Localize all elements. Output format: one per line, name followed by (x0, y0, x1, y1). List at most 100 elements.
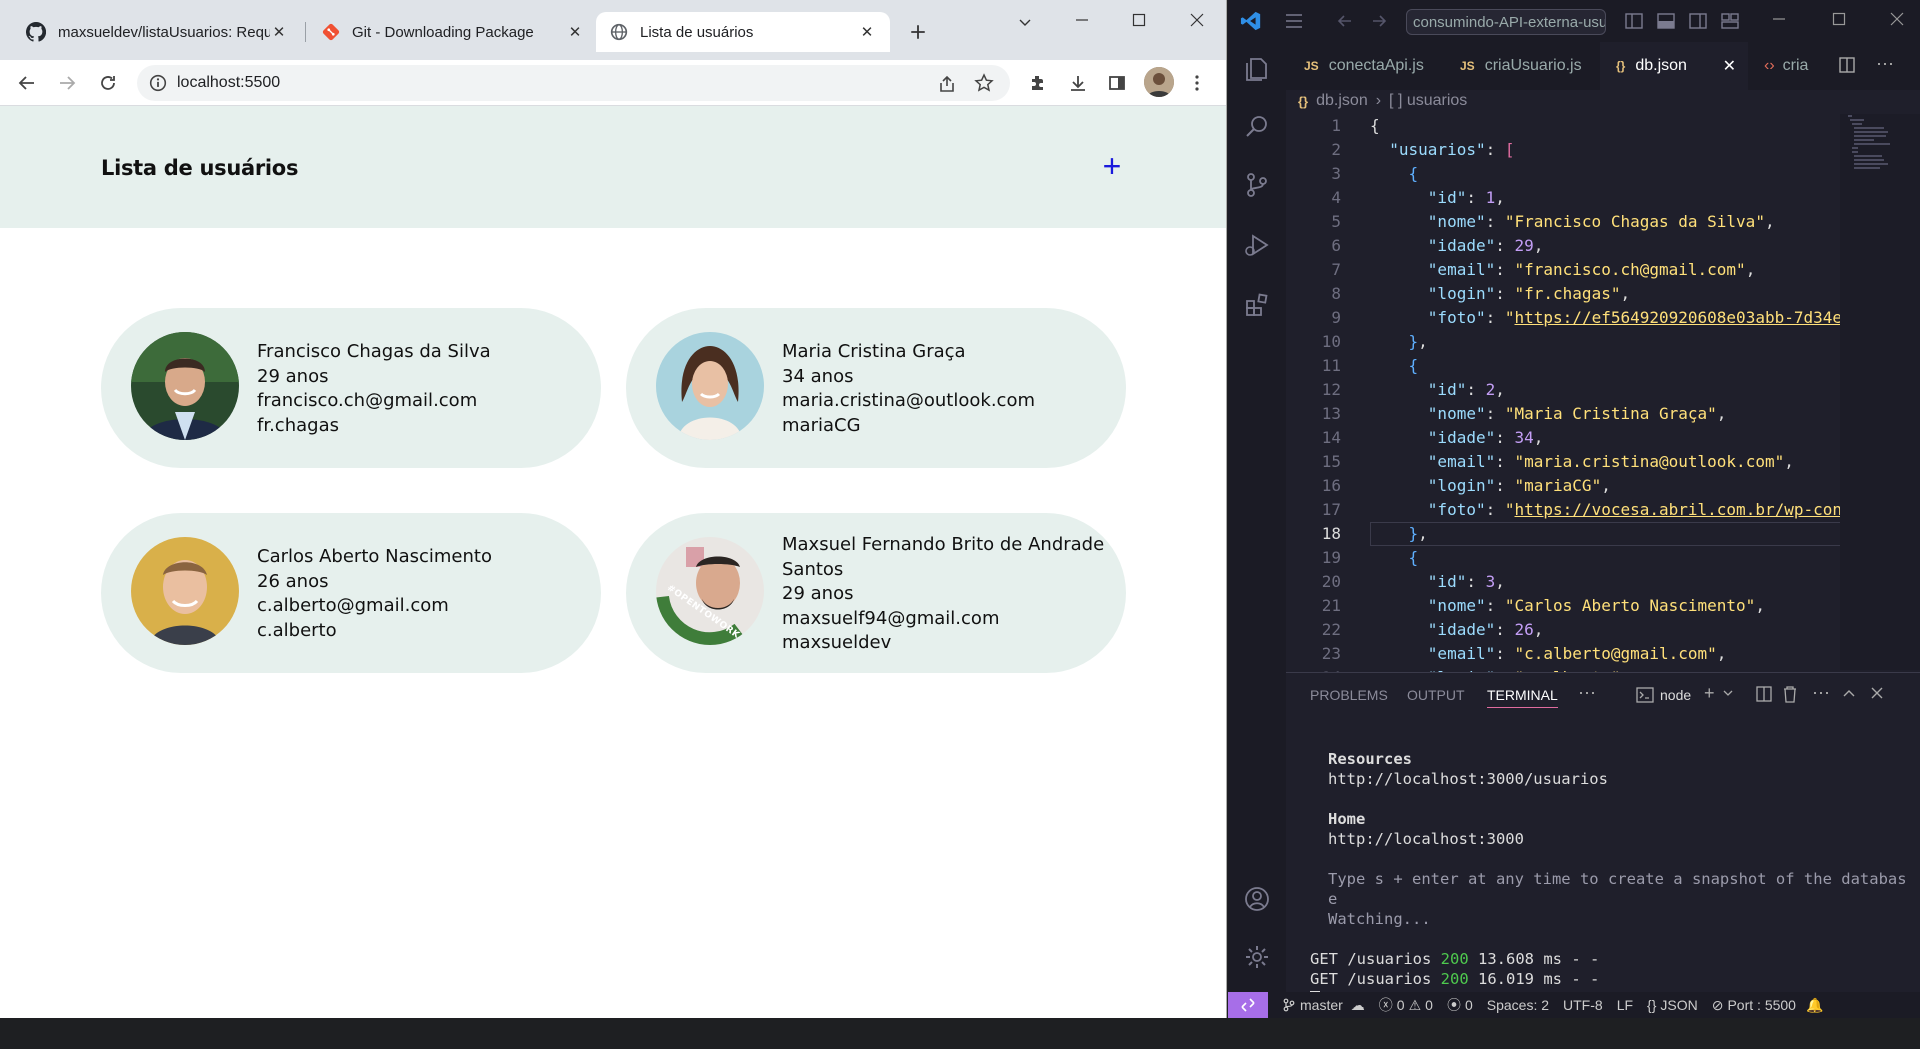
command-center-search[interactable]: consumindo-API-externa-usua (1406, 9, 1606, 35)
terminal-shell-name[interactable]: node (1660, 687, 1691, 703)
minimize-button[interactable] (1772, 12, 1786, 26)
branch-status[interactable]: master ☁ (1282, 997, 1365, 1014)
js-file-icon: JS (1460, 59, 1475, 73)
profile-avatar[interactable] (1144, 67, 1174, 97)
site-info-icon[interactable] (149, 74, 167, 92)
new-tab-button[interactable] (904, 18, 932, 46)
trash-icon[interactable] (1782, 685, 1798, 703)
maximize-button[interactable] (1832, 12, 1846, 26)
menu-dots-icon[interactable] (1184, 70, 1210, 96)
tab-terminal[interactable]: TERMINAL (1487, 687, 1558, 708)
url-input[interactable] (177, 74, 777, 92)
problems-status[interactable]: ⓧ 0 ⚠ 0 (1379, 995, 1433, 1015)
nav-back-icon[interactable] (1336, 12, 1354, 30)
close-icon[interactable]: ✕ (1723, 56, 1736, 76)
extensions-icon[interactable] (1025, 70, 1051, 96)
source-control-icon[interactable] (1240, 168, 1274, 202)
account-icon[interactable] (1240, 882, 1274, 916)
browser-toolbar (0, 60, 1226, 106)
live-server-status[interactable]: ⊘ Port : 5500 (1712, 997, 1796, 1014)
block-icon: ⊘ (1711, 996, 1724, 1013)
language-status[interactable]: {} JSON (1647, 997, 1698, 1013)
terminal-panel: PROBLEMS OUTPUT TERMINAL ⋯ node + ⋯ Reso… (1286, 672, 1920, 1009)
chevron-down-icon[interactable] (1002, 10, 1048, 34)
add-user-button[interactable]: + (1096, 150, 1128, 182)
user-card[interactable]: Francisco Chagas da Silva 29 anos franci… (101, 308, 601, 468)
back-icon[interactable] (14, 70, 40, 96)
tab-output[interactable]: OUTPUT (1407, 687, 1465, 703)
side-panel-icon[interactable] (1104, 70, 1130, 96)
gear-icon[interactable] (1240, 940, 1274, 974)
new-terminal-icon[interactable]: + (1704, 683, 1715, 704)
sync-icon[interactable]: ☁ (1351, 997, 1365, 1014)
tab-conectaapi[interactable]: JS conectaApi.js (1286, 42, 1436, 90)
encoding-status[interactable]: UTF-8 (1563, 997, 1603, 1013)
star-icon[interactable] (974, 73, 994, 93)
toggle-secondary-sidebar-icon[interactable] (1688, 12, 1708, 30)
code-editor[interactable]: 1{ 2 "usuarios": [ 3 { 4 "id": 1, 5 "nom… (1286, 114, 1886, 672)
share-icon[interactable] (937, 74, 957, 94)
minimap[interactable] (1840, 114, 1920, 670)
error-icon: ⓧ (1378, 997, 1393, 1013)
close-icon[interactable]: ✕ (270, 23, 288, 41)
extensions-icon[interactable] (1240, 288, 1274, 322)
js-file-icon: JS (1304, 59, 1319, 73)
notifications-icon[interactable]: 🔔 (1806, 997, 1823, 1014)
forward-icon[interactable] (54, 70, 80, 96)
json-file-icon: {} (1616, 59, 1626, 73)
user-age: 29 anos (782, 583, 854, 604)
breadcrumb-file[interactable]: db.json (1316, 92, 1368, 110)
terminal-request-line: GET /usuarios 200 13.608 ms - - (1310, 950, 1600, 968)
toggle-panel-icon[interactable] (1656, 12, 1676, 30)
user-name: Maria Cristina Graça (782, 341, 966, 362)
minimize-button[interactable] (1059, 8, 1105, 32)
split-terminal-icon[interactable] (1756, 686, 1772, 702)
github-icon (26, 22, 46, 42)
download-icon[interactable] (1065, 70, 1091, 96)
chevron-down-icon[interactable] (1722, 687, 1734, 699)
menu-icon[interactable] (1284, 12, 1304, 30)
tab-lista-usuarios[interactable]: Lista de usuários ✕ (596, 12, 890, 52)
activity-bar (1228, 42, 1286, 992)
breadcrumb-symbol[interactable]: [ ] usuarios (1389, 92, 1467, 110)
close-icon[interactable]: ✕ (566, 23, 584, 41)
user-age: 26 anos (257, 570, 329, 592)
close-icon[interactable] (1870, 686, 1884, 700)
nav-forward-icon[interactable] (1370, 12, 1388, 30)
braces-icon: {} (1647, 997, 1657, 1013)
vscode-titlebar: consumindo-API-externa-usua (1228, 0, 1920, 42)
tab-problems[interactable]: PROBLEMS (1310, 687, 1388, 703)
user-card[interactable]: #OPENTOWORK Maxsuel Fernando Brito de An… (626, 513, 1126, 673)
indentation-status[interactable]: Spaces: 2 (1487, 997, 1549, 1013)
toggle-sidebar-icon[interactable] (1624, 12, 1644, 30)
close-icon[interactable]: ✕ (858, 23, 876, 41)
customize-layout-icon[interactable] (1720, 12, 1740, 30)
eol-status[interactable]: LF (1617, 997, 1633, 1013)
address-bar[interactable] (137, 65, 1010, 101)
tab-db-json[interactable]: {} db.json ✕ (1600, 42, 1748, 90)
tab-cria-html[interactable]: ‹› cria (1748, 42, 1830, 90)
explorer-icon[interactable] (1240, 52, 1274, 86)
ports-status[interactable]: ⦿ 0 (1447, 995, 1473, 1015)
user-email: maria.cristina@outlook.com (782, 390, 1035, 411)
reload-icon[interactable] (95, 70, 121, 96)
more-actions-icon[interactable]: ⋯ (1876, 54, 1894, 75)
split-editor-icon[interactable] (1838, 56, 1856, 74)
close-window-button[interactable] (1890, 12, 1904, 26)
user-photo (131, 332, 239, 440)
remote-icon[interactable] (1228, 992, 1268, 1018)
more-actions-icon[interactable]: ⋯ (1812, 683, 1830, 704)
search-icon[interactable] (1240, 110, 1274, 144)
user-card[interactable]: Carlos Aberto Nascimento 26 anos c.alber… (101, 513, 601, 673)
more-actions-icon[interactable]: ⋯ (1578, 683, 1596, 704)
maximize-panel-icon[interactable] (1842, 687, 1856, 699)
maximize-button[interactable] (1116, 8, 1162, 32)
run-debug-icon[interactable] (1240, 228, 1274, 262)
close-window-button[interactable] (1174, 8, 1220, 32)
tab-criausuario[interactable]: JS criaUsuario.js (1436, 42, 1596, 90)
broadcast-icon: ⦿ (1446, 997, 1461, 1013)
tab-git-download[interactable]: Git - Downloading Package ✕ (308, 12, 598, 52)
tab-github[interactable]: maxsueldev/listaUsuarios: Requ ✕ (12, 12, 302, 52)
user-card[interactable]: Maria Cristina Graça 34 anos maria.crist… (626, 308, 1126, 468)
globe-icon (610, 23, 628, 41)
